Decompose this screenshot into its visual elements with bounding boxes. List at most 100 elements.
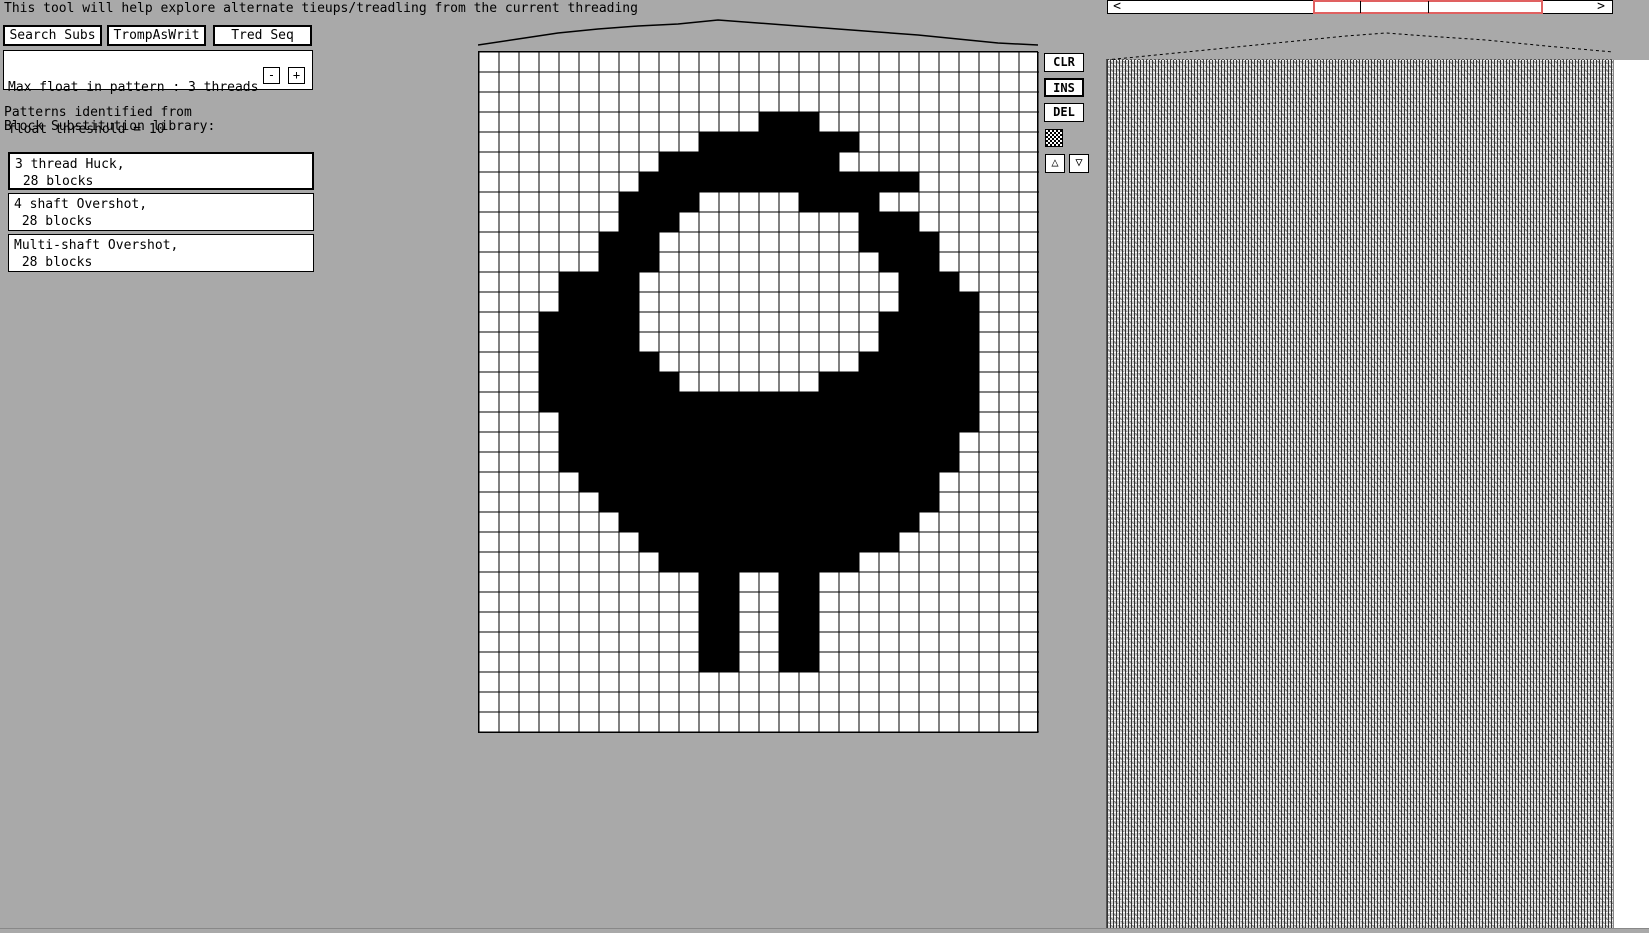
grid-cell-filled[interactable]	[819, 412, 839, 432]
grid-cell-filled[interactable]	[639, 412, 659, 432]
grid-cell-filled[interactable]	[679, 392, 699, 412]
grid-cell-filled[interactable]	[819, 392, 839, 412]
scroll-left-icon[interactable]: <	[1108, 0, 1126, 14]
grid-cell-filled[interactable]	[779, 512, 799, 532]
increase-threshold-button[interactable]: +	[288, 67, 305, 84]
grid-cell-filled[interactable]	[539, 372, 559, 392]
grid-cell-filled[interactable]	[879, 172, 899, 192]
grid-cell-filled[interactable]	[719, 512, 739, 532]
grid-cell-filled[interactable]	[739, 552, 759, 572]
pattern-grid[interactable]	[478, 51, 1039, 733]
grid-cell-filled[interactable]	[699, 492, 719, 512]
grid-cell-filled[interactable]	[579, 432, 599, 452]
grid-cell-filled[interactable]	[699, 552, 719, 572]
grid-cell-filled[interactable]	[679, 492, 699, 512]
grid-cell-filled[interactable]	[919, 292, 939, 312]
grid-cell-filled[interactable]	[599, 352, 619, 372]
grid-cell-filled[interactable]	[699, 612, 719, 632]
grid-cell-filled[interactable]	[639, 532, 659, 552]
grid-cell-filled[interactable]	[639, 172, 659, 192]
grid-cell-filled[interactable]	[619, 272, 639, 292]
grid-cell-filled[interactable]	[819, 432, 839, 452]
grid-cell-filled[interactable]	[659, 192, 679, 212]
grid-cell-filled[interactable]	[619, 472, 639, 492]
grid-cell-filled[interactable]	[919, 272, 939, 292]
grid-cell-filled[interactable]	[919, 452, 939, 472]
grid-cell-filled[interactable]	[759, 412, 779, 432]
grid-cell-filled[interactable]	[599, 492, 619, 512]
grid-cell-filled[interactable]	[899, 512, 919, 532]
grid-cell-filled[interactable]	[899, 272, 919, 292]
grid-cell-filled[interactable]	[579, 332, 599, 352]
grid-cell-filled[interactable]	[919, 372, 939, 392]
grid-cell-filled[interactable]	[739, 432, 759, 452]
grid-cell-filled[interactable]	[659, 472, 679, 492]
grid-cell-filled[interactable]	[739, 472, 759, 492]
grid-cell-filled[interactable]	[799, 112, 819, 132]
grid-cell-filled[interactable]	[779, 392, 799, 412]
grid-cell-filled[interactable]	[679, 472, 699, 492]
grid-cell-filled[interactable]	[779, 492, 799, 512]
grid-cell-filled[interactable]	[819, 452, 839, 472]
grid-cell-filled[interactable]	[779, 152, 799, 172]
grid-cell-filled[interactable]	[639, 512, 659, 532]
scroll-right-icon[interactable]: >	[1592, 0, 1610, 14]
search-subs-button[interactable]: Search Subs	[3, 25, 102, 46]
grid-cell-filled[interactable]	[819, 472, 839, 492]
grid-cell-filled[interactable]	[719, 472, 739, 492]
grid-cell-filled[interactable]	[859, 412, 879, 432]
grid-cell-filled[interactable]	[799, 592, 819, 612]
delete-button[interactable]: DEL	[1044, 103, 1084, 122]
grid-cell-filled[interactable]	[659, 372, 679, 392]
grid-cell-filled[interactable]	[899, 372, 919, 392]
grid-cell-filled[interactable]	[599, 332, 619, 352]
grid-cell-filled[interactable]	[579, 312, 599, 332]
grid-cell-filled[interactable]	[939, 292, 959, 312]
grid-cell-filled[interactable]	[959, 372, 979, 392]
grid-cell-filled[interactable]	[899, 412, 919, 432]
grid-cell-filled[interactable]	[959, 332, 979, 352]
grid-cell-filled[interactable]	[859, 212, 879, 232]
grid-cell-filled[interactable]	[719, 652, 739, 672]
grid-cell-filled[interactable]	[559, 352, 579, 372]
grid-cell-filled[interactable]	[959, 292, 979, 312]
grid-cell-filled[interactable]	[579, 452, 599, 472]
grid-cell-filled[interactable]	[839, 472, 859, 492]
grid-cell-filled[interactable]	[759, 472, 779, 492]
grid-cell-filled[interactable]	[639, 492, 659, 512]
grid-cell-filled[interactable]	[899, 332, 919, 352]
grid-cell-filled[interactable]	[699, 412, 719, 432]
grid-cell-filled[interactable]	[659, 492, 679, 512]
grid-cell-filled[interactable]	[719, 532, 739, 552]
grid-cell-filled[interactable]	[619, 452, 639, 472]
grid-cell-filled[interactable]	[599, 372, 619, 392]
grid-cell-filled[interactable]	[839, 372, 859, 392]
grid-cell-filled[interactable]	[859, 432, 879, 452]
grid-cell-filled[interactable]	[819, 372, 839, 392]
grid-cell-filled[interactable]	[639, 232, 659, 252]
grid-cell-filled[interactable]	[919, 432, 939, 452]
grid-cell-filled[interactable]	[959, 392, 979, 412]
grid-cell-filled[interactable]	[799, 532, 819, 552]
grid-cell-filled[interactable]	[619, 492, 639, 512]
grid-cell-filled[interactable]	[939, 392, 959, 412]
grid-cell-filled[interactable]	[619, 292, 639, 312]
grid-cell-filled[interactable]	[659, 512, 679, 532]
grid-cell-filled[interactable]	[839, 392, 859, 412]
grid-cell-filled[interactable]	[879, 332, 899, 352]
grid-cell-filled[interactable]	[719, 172, 739, 192]
grid-cell-filled[interactable]	[879, 372, 899, 392]
grid-cell-filled[interactable]	[879, 232, 899, 252]
grid-cell-filled[interactable]	[899, 432, 919, 452]
grid-cell-filled[interactable]	[839, 432, 859, 452]
grid-cell-filled[interactable]	[819, 172, 839, 192]
grid-cell-filled[interactable]	[759, 492, 779, 512]
grid-cell-filled[interactable]	[539, 312, 559, 332]
grid-cell-filled[interactable]	[799, 652, 819, 672]
grid-cell-filled[interactable]	[819, 492, 839, 512]
decrease-threshold-button[interactable]: -	[263, 67, 280, 84]
grid-cell-filled[interactable]	[559, 452, 579, 472]
grid-cell-filled[interactable]	[839, 492, 859, 512]
grid-cell-filled[interactable]	[579, 392, 599, 412]
grid-cell-filled[interactable]	[939, 272, 959, 292]
